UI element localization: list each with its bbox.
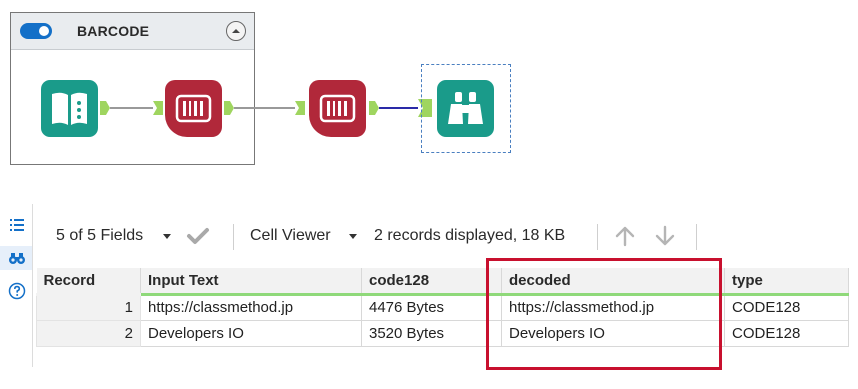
collapse-button[interactable] bbox=[226, 21, 246, 41]
container-toggle[interactable] bbox=[20, 23, 52, 39]
column-header-type[interactable]: type bbox=[724, 268, 849, 296]
connection-line[interactable] bbox=[110, 107, 153, 109]
table-row[interactable]: 1 https://classmethod.jp 4476 Bytes http… bbox=[36, 293, 849, 321]
cell-type[interactable]: CODE128 bbox=[724, 293, 849, 321]
toolbar-divider bbox=[597, 224, 598, 250]
viewer-dropdown-caret[interactable] bbox=[349, 234, 357, 239]
container-header[interactable]: BARCODE bbox=[11, 13, 254, 50]
toolbar-divider bbox=[696, 224, 697, 250]
barcode-icon bbox=[175, 94, 212, 123]
output-anchor[interactable] bbox=[100, 101, 110, 115]
column-header-record[interactable]: Record bbox=[36, 268, 141, 296]
column-header-input-text[interactable]: Input Text bbox=[140, 268, 362, 296]
fields-dropdown[interactable]: 5 of 5 Fields bbox=[56, 227, 143, 245]
fields-dropdown-caret[interactable] bbox=[163, 234, 171, 239]
toggle-knob bbox=[39, 26, 49, 36]
list-icon[interactable] bbox=[8, 216, 26, 234]
checkmark-icon[interactable] bbox=[185, 223, 211, 249]
record-number: 1 bbox=[36, 293, 141, 321]
results-window: 5 of 5 Fields Cell Viewer 2 records disp… bbox=[0, 204, 858, 389]
output-anchor[interactable] bbox=[369, 101, 379, 115]
input-anchor[interactable] bbox=[295, 101, 305, 115]
table-row[interactable]: 2 Developers IO 3520 Bytes Developers IO… bbox=[36, 319, 849, 347]
input-anchor[interactable] bbox=[153, 101, 163, 115]
column-header-code128[interactable]: code128 bbox=[361, 268, 502, 296]
arrow-down-icon[interactable] bbox=[652, 223, 678, 249]
viewer-dropdown[interactable]: Cell Viewer bbox=[250, 227, 331, 245]
cell-input-text[interactable]: Developers IO bbox=[140, 319, 362, 347]
help-icon[interactable] bbox=[8, 282, 26, 300]
decoded-column-highlight bbox=[486, 258, 722, 370]
cell-type[interactable]: CODE128 bbox=[724, 319, 849, 347]
results-grid: Record Input Text code128 decoded type 1… bbox=[36, 268, 849, 347]
binoculars-icon bbox=[448, 92, 483, 124]
toolbar-divider bbox=[233, 224, 234, 250]
arrow-up-icon[interactable] bbox=[612, 223, 638, 249]
book-icon bbox=[52, 92, 87, 125]
cell-code128[interactable]: 3520 Bytes bbox=[361, 319, 502, 347]
output-anchor[interactable] bbox=[224, 101, 234, 115]
record-number: 2 bbox=[36, 319, 141, 347]
chevron-up-icon bbox=[232, 29, 240, 33]
barcode-tool-2[interactable] bbox=[309, 80, 366, 137]
input-data-tool[interactable] bbox=[41, 80, 98, 137]
binoculars-icon[interactable] bbox=[8, 249, 26, 267]
barcode-icon bbox=[319, 94, 356, 123]
cell-code128[interactable]: 4476 Bytes bbox=[361, 293, 502, 321]
browse-tool[interactable] bbox=[437, 80, 494, 137]
connection-line-selected[interactable] bbox=[379, 107, 418, 109]
header-row: Record Input Text code128 decoded type bbox=[36, 268, 849, 296]
results-toolbar: 5 of 5 Fields Cell Viewer 2 records disp… bbox=[40, 218, 848, 254]
cell-input-text[interactable]: https://classmethod.jp bbox=[140, 293, 362, 321]
barcode-tool-1[interactable] bbox=[165, 80, 222, 137]
container-title: BARCODE bbox=[77, 23, 150, 39]
connection-line[interactable] bbox=[234, 107, 295, 109]
side-rail bbox=[0, 204, 33, 367]
records-status: 2 records displayed, 18 KB bbox=[374, 227, 566, 244]
